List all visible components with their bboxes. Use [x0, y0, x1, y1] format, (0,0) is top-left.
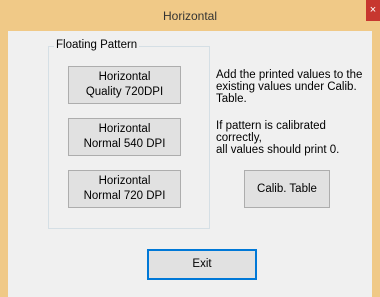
button-label: Horizontal Normal 540 DPI: [83, 123, 166, 150]
horizontal-quality-720dpi-button[interactable]: Horizontal Quality 720DPI: [68, 66, 181, 104]
close-icon: ×: [369, 4, 377, 16]
button-label: Exit: [192, 258, 212, 270]
horizontal-normal-720dpi-button[interactable]: Horizontal Normal 720 DPI: [68, 170, 181, 208]
button-label: Horizontal Quality 720DPI: [85, 71, 164, 98]
button-label: Horizontal Normal 720 DPI: [83, 175, 166, 202]
calib-table-button[interactable]: Calib. Table: [244, 170, 330, 208]
button-label: Calib. Table: [257, 182, 317, 195]
dialog-client-area: Floating Pattern Horizontal Quality 720D…: [8, 31, 372, 297]
title-bar[interactable]: Horizontal ×: [0, 0, 380, 31]
exit-button[interactable]: Exit: [147, 249, 257, 280]
calibration-note-text: If pattern is calibrated correctly, all …: [216, 120, 340, 156]
close-button[interactable]: ×: [366, 0, 380, 21]
window-title: Horizontal: [162, 9, 218, 23]
group-label: Floating Pattern: [54, 39, 140, 51]
horizontal-normal-540dpi-button[interactable]: Horizontal Normal 540 DPI: [68, 118, 181, 156]
instruction-text: Add the printed values to the existing v…: [216, 69, 363, 105]
dialog-window: Horizontal × Floating Pattern Horizontal…: [0, 0, 380, 297]
